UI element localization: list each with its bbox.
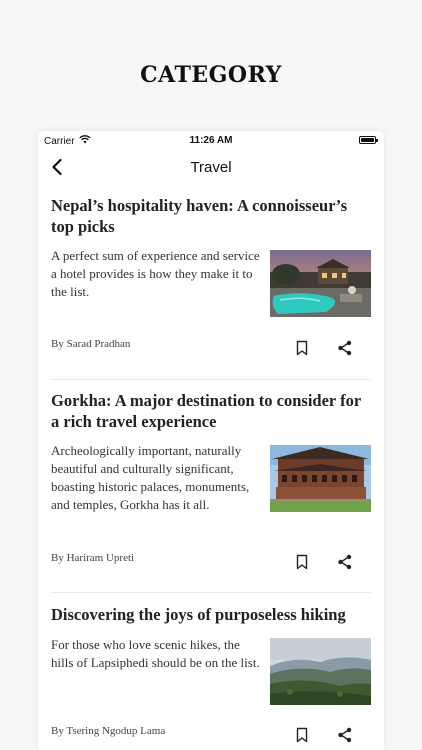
status-time: 11:26 AM — [189, 135, 233, 146]
bookmark-icon — [296, 554, 308, 570]
article-title[interactable]: Discovering the joys of purposeless hiki… — [51, 604, 367, 625]
share-icon — [338, 727, 352, 743]
article-title[interactable]: Gorkha: A major destination to consider … — [51, 390, 367, 432]
article-author: By Hariram Upreti — [51, 552, 135, 564]
phone-screen: Carrier 11:26 AM Travel Nepal’s hospital… — [38, 131, 384, 750]
promo-title: CATEGORY — [140, 62, 282, 88]
share-button[interactable] — [336, 339, 354, 357]
bookmark-icon — [296, 340, 308, 356]
bookmark-button[interactable] — [293, 553, 311, 571]
article-author: By Tsering Ngodup Lama — [51, 725, 166, 737]
bookmark-icon — [296, 727, 308, 743]
article-card[interactable]: Nepal’s hospitality haven: A connoisseur… — [51, 195, 371, 380]
article-thumbnail[interactable] — [270, 445, 371, 512]
article-card[interactable]: Discovering the joys of purposeless hiki… — [51, 604, 371, 750]
share-icon — [338, 340, 352, 356]
gorkha-palace-photo — [270, 445, 371, 512]
share-button[interactable] — [336, 726, 354, 744]
article-excerpt: A perfect sum of experience and service … — [51, 248, 260, 299]
article-excerpt: For those who love scenic hikes, the hil… — [51, 637, 260, 670]
battery-icon — [359, 136, 378, 144]
article-thumbnail[interactable] — [270, 250, 371, 317]
hills-landscape-photo — [270, 638, 371, 705]
article-author: By Sarad Pradhan — [51, 338, 131, 350]
share-button[interactable] — [336, 553, 354, 571]
article-excerpt: Archeologically important, naturally bea… — [51, 443, 250, 512]
bookmark-button[interactable] — [293, 726, 311, 744]
status-bar: Carrier 11:26 AM — [38, 131, 384, 151]
page-title: Travel — [190, 159, 232, 176]
nav-bar: Travel — [38, 151, 384, 183]
hotel-pool-photo — [270, 250, 371, 317]
share-icon — [338, 554, 352, 570]
article-title[interactable]: Nepal’s hospitality haven: A connoisseur… — [51, 195, 367, 237]
article-thumbnail[interactable] — [270, 638, 371, 705]
bookmark-button[interactable] — [293, 339, 311, 357]
article-card[interactable]: Gorkha: A major destination to consider … — [51, 390, 371, 593]
